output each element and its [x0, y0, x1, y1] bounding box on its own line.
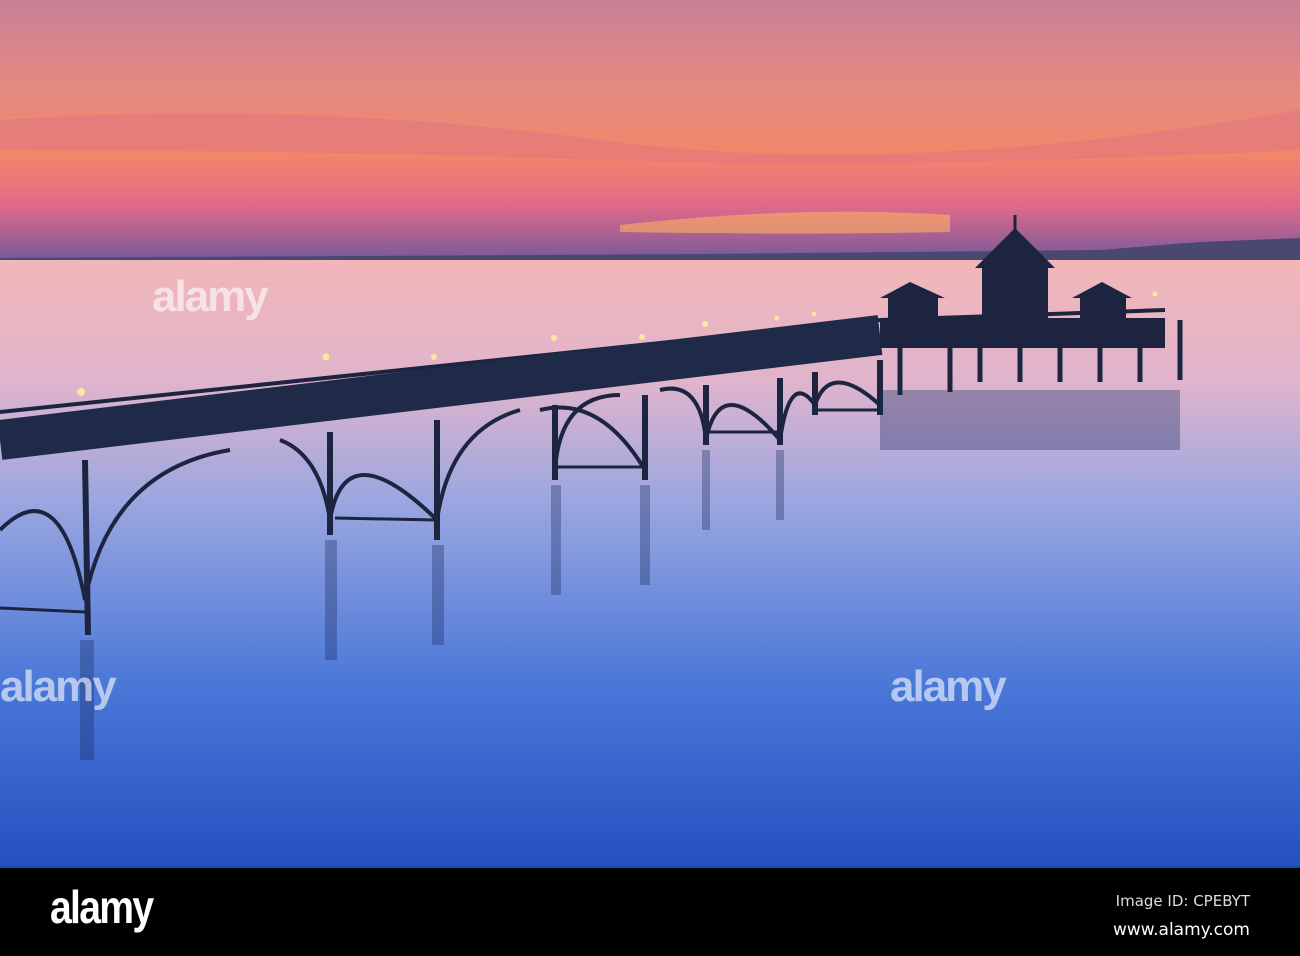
website-link[interactable]: www.alamy.com	[1113, 920, 1250, 940]
watermark: alamy	[890, 662, 1007, 711]
photo-frame: alamy alamy alamy alamy Image ID: CPEBYT…	[0, 0, 1300, 956]
image-id: Image ID: CPEBYT	[1115, 892, 1250, 910]
footer-bar: alamy Image ID: CPEBYT www.alamy.com	[0, 866, 1300, 956]
pier-sunset-photo	[0, 0, 1300, 866]
alamy-logo[interactable]: alamy	[50, 880, 154, 934]
watermark: alamy	[152, 272, 269, 321]
watermark: alamy	[0, 662, 117, 711]
